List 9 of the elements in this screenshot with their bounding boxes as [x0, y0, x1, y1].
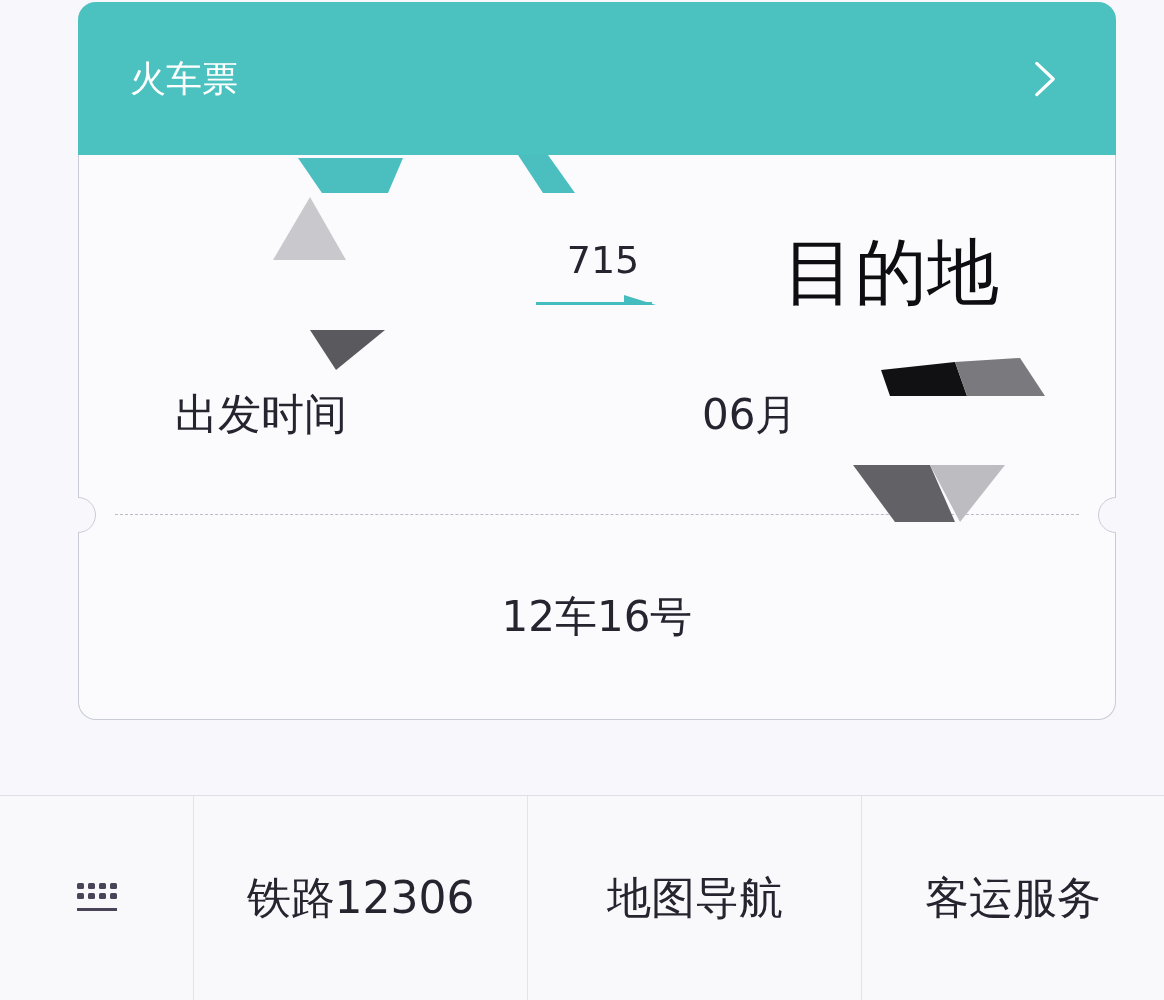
- arrow-icon: [536, 293, 656, 306]
- keyboard-icon[interactable]: [76, 883, 117, 913]
- chevron-right-icon[interactable]: [1034, 59, 1056, 98]
- train-number: 715: [565, 239, 640, 282]
- seat-number: 12车16号: [501, 591, 693, 643]
- card-title: 火车票: [130, 56, 238, 101]
- departure-label: 出发时间: [175, 389, 347, 441]
- destination-station: 目的地: [783, 232, 999, 313]
- departure-date: 06月: [702, 389, 798, 441]
